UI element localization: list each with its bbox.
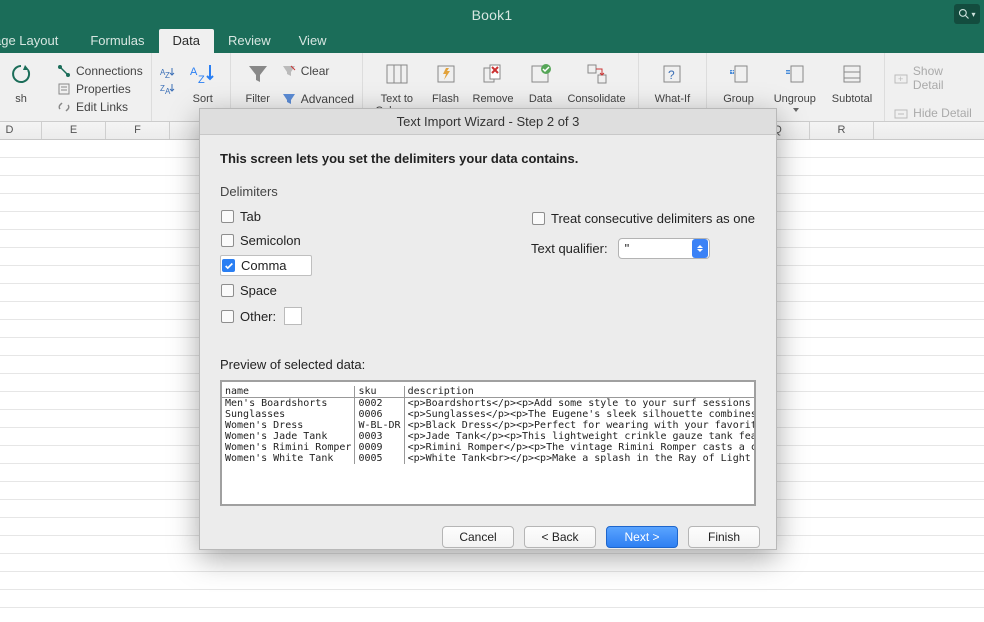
cancel-button[interactable]: Cancel bbox=[442, 526, 514, 548]
select-stepper-icon bbox=[692, 239, 708, 258]
subtotal-button[interactable]: Subtotal bbox=[826, 57, 878, 117]
checkbox-tab[interactable]: Tab bbox=[220, 207, 312, 226]
svg-text:?: ? bbox=[668, 68, 675, 82]
preview-pane: name sku description Men's Boardshorts00… bbox=[220, 380, 756, 506]
ribbon-tabs: age Layout Formulas Data Review View bbox=[0, 29, 984, 53]
preview-header-sku: sku bbox=[355, 386, 404, 398]
hide-detail-button[interactable]: Hide Detail bbox=[891, 105, 978, 121]
advanced-icon bbox=[281, 92, 297, 106]
remove-duplicates-icon bbox=[478, 59, 508, 89]
tab-page-layout[interactable]: age Layout bbox=[0, 29, 76, 53]
sort-asc[interactable]: AZ bbox=[158, 65, 178, 79]
svg-text:A: A bbox=[165, 87, 171, 96]
text-qualifier-label: Text qualifier: bbox=[531, 241, 608, 256]
sort-desc[interactable]: ZA bbox=[158, 81, 178, 95]
tab-data[interactable]: Data bbox=[159, 29, 214, 53]
sort-asc-icon: AZ bbox=[160, 66, 176, 78]
checkbox-checked-icon bbox=[222, 259, 235, 272]
data-validation-icon bbox=[525, 59, 555, 89]
properties-button[interactable]: Properties bbox=[54, 81, 145, 97]
document-title: Book1 bbox=[472, 7, 513, 23]
clear-filter-button[interactable]: Clear bbox=[279, 63, 356, 79]
checkbox-icon bbox=[532, 212, 545, 225]
finish-button[interactable]: Finish bbox=[688, 526, 760, 548]
tab-review[interactable]: Review bbox=[214, 29, 285, 53]
preview-row: Sunglasses0006<p>Sunglasses</p><p>The Eu… bbox=[222, 409, 756, 420]
dialog-title: Text Import Wizard - Step 2 of 3 bbox=[200, 109, 776, 135]
tab-formulas[interactable]: Formulas bbox=[76, 29, 158, 53]
clear-icon bbox=[281, 64, 297, 78]
tab-view[interactable]: View bbox=[285, 29, 341, 53]
group-icon: + bbox=[724, 59, 754, 89]
column-header[interactable]: R bbox=[810, 122, 874, 139]
preview-header-name: name bbox=[222, 386, 355, 398]
hide-detail-icon bbox=[893, 106, 909, 120]
titlebar: Book1 ▾ bbox=[0, 0, 984, 29]
column-header[interactable]: E bbox=[42, 122, 106, 139]
delimiters-label: Delimiters bbox=[220, 184, 756, 199]
checkbox-icon bbox=[221, 284, 234, 297]
svg-text:+: + bbox=[898, 74, 903, 84]
sort-button[interactable]: AZ Sort bbox=[182, 57, 224, 105]
svg-text:Z: Z bbox=[165, 71, 170, 80]
filter-button[interactable]: Filter bbox=[237, 57, 279, 107]
search-pill[interactable]: ▾ bbox=[954, 4, 980, 24]
search-icon bbox=[958, 8, 970, 20]
preview-row: Women's DressW-BL-DR<p>Black Dress</p><p… bbox=[222, 420, 756, 431]
show-detail-button[interactable]: +Show Detail bbox=[891, 63, 978, 93]
connections-icon bbox=[56, 64, 72, 78]
column-header[interactable]: F bbox=[106, 122, 170, 139]
preview-header-description: description bbox=[404, 386, 756, 398]
svg-text:Z: Z bbox=[198, 74, 205, 86]
checkbox-treat-consecutive[interactable]: Treat consecutive delimiters as one bbox=[531, 209, 756, 228]
next-button[interactable]: Next > bbox=[606, 526, 678, 548]
checkbox-comma[interactable]: Comma bbox=[220, 255, 312, 276]
preview-row: Women's White Tank0005<p>White Tank<br><… bbox=[222, 453, 756, 464]
filter-icon bbox=[243, 59, 273, 89]
what-if-icon: ? bbox=[657, 59, 687, 89]
properties-icon bbox=[56, 82, 72, 96]
chevron-down-icon: ▾ bbox=[971, 10, 975, 19]
svg-text:A: A bbox=[190, 66, 198, 78]
preview-table: name sku description Men's Boardshorts00… bbox=[222, 386, 756, 464]
checkbox-icon bbox=[221, 310, 234, 323]
ungroup-icon bbox=[780, 59, 810, 89]
refresh-button[interactable]: sh bbox=[0, 57, 42, 105]
subtotal-icon bbox=[837, 59, 867, 89]
column-header[interactable]: D bbox=[0, 122, 42, 139]
refresh-icon bbox=[6, 59, 36, 89]
preview-row: Men's Boardshorts0002<p>Boardshorts</p><… bbox=[222, 398, 756, 410]
preview-label: Preview of selected data: bbox=[220, 357, 756, 372]
checkbox-semicolon[interactable]: Semicolon bbox=[220, 231, 312, 250]
dialog-heading: This screen lets you set the delimiters … bbox=[220, 151, 756, 166]
checkbox-space[interactable]: Space bbox=[220, 281, 312, 300]
flash-fill-icon bbox=[431, 59, 461, 89]
advanced-filter-button[interactable]: Advanced bbox=[279, 91, 356, 107]
preview-row: Women's Jade Tank0003<p>Jade Tank</p><p>… bbox=[222, 431, 756, 442]
consolidate-icon bbox=[582, 59, 612, 89]
checkbox-other[interactable]: Other: bbox=[220, 305, 312, 327]
sort-desc-icon: ZA bbox=[160, 82, 176, 94]
checkbox-icon bbox=[221, 210, 234, 223]
text-import-wizard-dialog: Text Import Wizard - Step 2 of 3 This sc… bbox=[199, 108, 777, 550]
sort-icon: AZ bbox=[188, 59, 218, 89]
text-qualifier-select[interactable]: " bbox=[618, 238, 710, 259]
connections-button[interactable]: Connections bbox=[54, 63, 145, 79]
edit-links-icon bbox=[56, 100, 72, 114]
checkbox-icon bbox=[221, 234, 234, 247]
edit-links-button[interactable]: Edit Links bbox=[54, 99, 145, 115]
back-button[interactable]: < Back bbox=[524, 526, 596, 548]
text-to-columns-icon bbox=[382, 59, 412, 89]
preview-row: Women's Rimini Romper0009<p>Rimini Rompe… bbox=[222, 442, 756, 453]
show-detail-icon: + bbox=[893, 71, 909, 85]
svg-text:+: + bbox=[730, 67, 735, 76]
other-delimiter-input[interactable] bbox=[284, 307, 302, 325]
